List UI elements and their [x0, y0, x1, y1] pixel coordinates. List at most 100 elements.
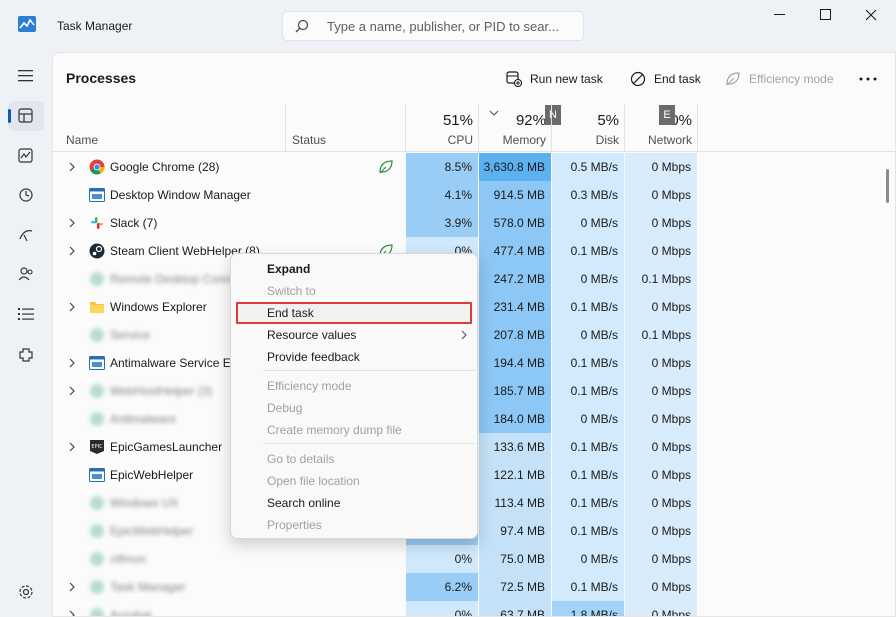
- memory-cell: 578.0 MB: [479, 209, 552, 237]
- menu-item-open-file-location: Open file location: [267, 474, 360, 488]
- expand-chevron-icon[interactable]: [68, 442, 76, 452]
- expand-chevron-icon[interactable]: [68, 582, 76, 592]
- nav-app-history[interactable]: [8, 180, 44, 210]
- disk-cell: 0.1 MB/s: [552, 433, 625, 461]
- disk-cell: 0 MB/s: [552, 209, 625, 237]
- process-row[interactable]: Slack (7) 3.9% 578.0 MB 0 MB/s 0 Mbps: [53, 209, 895, 237]
- toolbar: Processes Run new task End task Efficien…: [53, 53, 895, 103]
- column-cpu[interactable]: 51% CPU: [406, 104, 479, 152]
- column-network[interactable]: 0% Network E: [625, 104, 698, 152]
- process-name: EpicGamesLauncher: [110, 440, 223, 454]
- efficiency-mode-button[interactable]: Efficiency mode: [725, 68, 834, 90]
- memory-cell: 133.6 MB: [479, 433, 552, 461]
- expand-chevron-icon[interactable]: [68, 162, 76, 172]
- run-new-task-button[interactable]: Run new task: [506, 68, 603, 90]
- network-cell: 0 Mbps: [625, 601, 698, 616]
- menu-item-go-to-details: Go to details: [267, 452, 335, 466]
- nav-startup-apps[interactable]: [8, 220, 44, 250]
- nav-performance[interactable]: [8, 141, 44, 171]
- memory-cell: 231.4 MB: [479, 293, 552, 321]
- menu-item-end-task[interactable]: End task: [267, 306, 314, 320]
- process-name: EpicWebHelper: [110, 468, 194, 482]
- menu-item-resource-values[interactable]: Resource values: [267, 328, 356, 342]
- nav-services[interactable]: [8, 340, 44, 370]
- expand-chevron-icon[interactable]: [68, 610, 76, 617]
- hamburger-icon: [18, 70, 33, 82]
- memory-cell: 477.4 MB: [479, 237, 552, 265]
- process-name: Acrobat: [110, 608, 152, 617]
- process-name: Google Chrome (28): [110, 160, 220, 174]
- menu-item-properties: Properties: [267, 518, 322, 532]
- disk-cell: 0 MB/s: [552, 405, 625, 433]
- nav-details[interactable]: [8, 299, 44, 329]
- menu-item-search-online[interactable]: Search online: [267, 496, 340, 510]
- search-input[interactable]: [327, 17, 577, 35]
- column-disk[interactable]: 5% Disk: [552, 104, 625, 152]
- process-name: EpicWebHelper: [110, 524, 194, 538]
- steam-icon: [89, 243, 105, 259]
- memory-cell: 97.4 MB: [479, 517, 552, 545]
- expand-chevron-icon[interactable]: [68, 246, 76, 256]
- nav-hamburger[interactable]: [8, 61, 44, 91]
- column-name[interactable]: Name: [53, 104, 286, 152]
- window-title: Task Manager: [57, 19, 133, 33]
- maximize-button[interactable]: [803, 0, 849, 30]
- memory-cell: 122.1 MB: [479, 461, 552, 489]
- menu-item-provide-feedback[interactable]: Provide feedback: [267, 350, 360, 364]
- column-memory[interactable]: 92% Memory N: [479, 104, 561, 152]
- minimize-button[interactable]: [757, 0, 803, 30]
- menu-item-expand[interactable]: Expand: [267, 262, 310, 276]
- network-cell: 0 Mbps: [625, 377, 698, 405]
- nav-rail: [0, 52, 52, 617]
- menu-separator: [263, 443, 475, 444]
- task-manager-logo-icon: [18, 16, 36, 32]
- end-task-button[interactable]: End task: [630, 68, 701, 90]
- maximize-icon: [820, 9, 831, 20]
- process-row[interactable]: Acrobat 0% 63.7 MB 1.8 MB/s 0 Mbps: [53, 601, 895, 617]
- svg-text:EPIC: EPIC: [91, 444, 103, 450]
- more-options-icon: [859, 77, 877, 81]
- performance-icon: [18, 148, 33, 163]
- process-row[interactable]: ctfmon 0% 75.0 MB 0 MB/s 0 Mbps: [53, 545, 895, 573]
- search-box[interactable]: [282, 11, 584, 41]
- generic-icon: [89, 579, 105, 595]
- generic-icon: [89, 271, 105, 287]
- nav-settings[interactable]: [8, 577, 44, 607]
- menu-item-switch-to: Switch to: [267, 284, 316, 298]
- disk-cell: 0.3 MB/s: [552, 181, 625, 209]
- column-status[interactable]: Status: [286, 104, 406, 152]
- cpu-cell: 0%: [406, 601, 479, 616]
- slack-icon: [89, 215, 105, 231]
- memory-cell: 207.8 MB: [479, 321, 552, 349]
- more-options-button[interactable]: [859, 68, 885, 90]
- startup-apps-icon: [19, 230, 33, 242]
- app-history-icon: [19, 188, 33, 202]
- process-row[interactable]: Task Manager 6.2% 72.5 MB 0.1 MB/s 0 Mbps: [53, 573, 895, 601]
- process-row[interactable]: Google Chrome (28) 8.5% 3,630.8 MB 0.5 MB/s…: [53, 153, 895, 181]
- expand-chevron-icon[interactable]: [68, 302, 76, 312]
- expand-chevron-icon[interactable]: [68, 358, 76, 368]
- nav-users[interactable]: [8, 259, 44, 289]
- expand-chevron-icon[interactable]: [68, 386, 76, 396]
- chrome-icon: [89, 159, 105, 175]
- process-row[interactable]: Desktop Window Manager 4.1% 914.5 MB 0.3 MB…: [53, 181, 895, 209]
- column-divider: [697, 104, 698, 152]
- close-button[interactable]: [848, 0, 894, 30]
- network-cell: 0 Mbps: [625, 209, 698, 237]
- process-name: Windows UX: [110, 496, 179, 510]
- disk-cell: 0.1 MB/s: [552, 489, 625, 517]
- network-cell: 0 Mbps: [625, 489, 698, 517]
- efficiency-leaf-icon: [379, 160, 393, 174]
- generic-icon: [89, 495, 105, 511]
- network-cell: 0 Mbps: [625, 153, 698, 181]
- expand-chevron-icon[interactable]: [68, 218, 76, 228]
- search-icon: [295, 19, 309, 33]
- network-cell: 0 Mbps: [625, 405, 698, 433]
- memory-cell: 3,630.8 MB: [479, 153, 552, 181]
- scrollbar[interactable]: [886, 169, 889, 203]
- process-name: Slack (7): [110, 216, 158, 230]
- disk-cell: 0.1 MB/s: [552, 461, 625, 489]
- network-cell: 0 Mbps: [625, 573, 698, 601]
- network-cell: 0 Mbps: [625, 433, 698, 461]
- nav-processes[interactable]: [8, 101, 44, 131]
